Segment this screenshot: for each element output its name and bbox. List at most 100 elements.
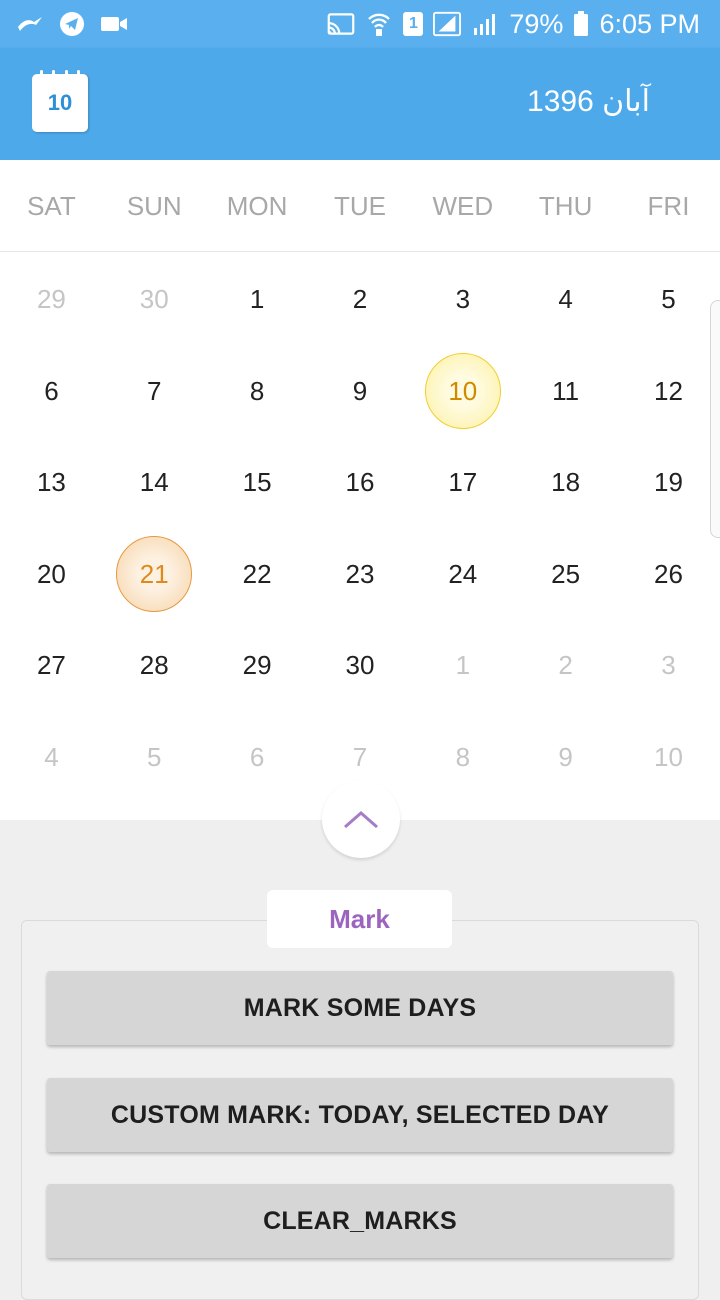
day-number: 9: [558, 741, 573, 772]
telegram-icon: [58, 10, 86, 38]
weekday-header: SAT SUN MON TUE WED THU FRI: [0, 160, 720, 252]
day-cell[interactable]: 22: [206, 529, 309, 621]
month-title: آبان 1396: [527, 85, 650, 118]
calendar-icon[interactable]: 10: [32, 70, 88, 132]
day-number: 14: [139, 467, 169, 498]
custom-mark-button[interactable]: CUSTOM MARK: TODAY, SELECTED DAY: [47, 1078, 673, 1152]
day-cell[interactable]: 10: [617, 712, 720, 804]
weekday-label: WED: [432, 191, 494, 221]
day-number: 28: [139, 650, 169, 681]
day-cell[interactable]: 12: [617, 346, 720, 438]
day-number: 17: [448, 467, 478, 498]
day-cell-today[interactable]: 10: [411, 346, 514, 438]
day-cell[interactable]: 1: [206, 254, 309, 346]
zello-icon: [16, 10, 44, 38]
day-cell[interactable]: 27: [0, 620, 103, 712]
mark-panel-title: Mark: [267, 890, 452, 948]
day-cell[interactable]: 9: [309, 346, 412, 438]
mark-some-days-button[interactable]: MARK SOME DAYS: [47, 971, 673, 1045]
day-cell[interactable]: 26: [617, 529, 720, 621]
video-icon: [100, 10, 128, 38]
day-cell[interactable]: 30: [103, 254, 206, 346]
day-cell[interactable]: 18: [514, 437, 617, 529]
weekday-label: SAT: [27, 191, 76, 221]
battery-percent: 79%: [509, 8, 564, 39]
day-cell[interactable]: 24: [411, 529, 514, 621]
day-cell[interactable]: 29: [0, 254, 103, 346]
weekday-label: TUE: [333, 191, 386, 221]
day-cell[interactable]: 2: [514, 620, 617, 712]
day-number: 27: [36, 650, 66, 681]
day-number: 16: [345, 467, 375, 498]
day-cell[interactable]: 3: [411, 254, 514, 346]
day-cell[interactable]: 15: [206, 437, 309, 529]
day-cell[interactable]: 13: [0, 437, 103, 529]
day-cell[interactable]: 5: [617, 254, 720, 346]
day-number: 8: [455, 741, 471, 772]
system-icons: 1 79% 6:05 PM: [327, 9, 720, 40]
day-cell[interactable]: 29: [206, 620, 309, 712]
week-row: 6 7 8 9 10 11 12: [0, 346, 720, 438]
day-number: 24: [448, 558, 478, 589]
day-number: 29: [36, 284, 66, 315]
day-cell[interactable]: 2: [309, 254, 412, 346]
day-number: 19: [654, 467, 683, 498]
clear-marks-button[interactable]: CLEAR_MARKS: [47, 1184, 673, 1258]
calendar-icon-day: 10: [47, 90, 73, 115]
cast-icon: [327, 10, 355, 38]
day-cell[interactable]: 8: [411, 712, 514, 804]
day-cell-selected[interactable]: 21: [103, 529, 206, 621]
day-number: 4: [558, 284, 573, 315]
day-number: 10: [448, 375, 478, 406]
week-row: 27 28 29 30 1 2 3: [0, 620, 720, 712]
day-number: 12: [654, 375, 683, 406]
day-cell[interactable]: 23: [309, 529, 412, 621]
day-cell[interactable]: 11: [514, 346, 617, 438]
day-cell[interactable]: 4: [514, 254, 617, 346]
day-cell[interactable]: 14: [103, 437, 206, 529]
day-number: 23: [345, 558, 375, 589]
day-number: 1: [455, 650, 471, 681]
day-cell[interactable]: 17: [411, 437, 514, 529]
day-cell[interactable]: 19: [617, 437, 720, 529]
signal-icon-2: [471, 10, 499, 38]
weekday-label: THU: [538, 191, 593, 221]
day-number: 5: [147, 741, 162, 772]
day-cell[interactable]: 6: [0, 346, 103, 438]
day-cell[interactable]: 7: [103, 346, 206, 438]
day-cell[interactable]: 6: [206, 712, 309, 804]
day-cell[interactable]: 5: [103, 712, 206, 804]
day-cell[interactable]: 8: [206, 346, 309, 438]
day-number: 8: [249, 375, 265, 406]
day-cell[interactable]: 20: [0, 529, 103, 621]
day-cell[interactable]: 3: [617, 620, 720, 712]
collapse-toggle-button[interactable]: [322, 780, 400, 858]
day-number: 9: [352, 375, 368, 406]
weekday-label: MON: [226, 191, 288, 221]
day-cell[interactable]: 9: [514, 712, 617, 804]
day-cell[interactable]: 16: [309, 437, 412, 529]
day-number: 29: [242, 650, 272, 681]
wifi-icon: [365, 10, 393, 38]
calendar-view: SAT SUN MON TUE WED THU FRI 29 30 1 2 3 4 5 6 7 8…: [0, 160, 720, 820]
day-cell[interactable]: 1: [411, 620, 514, 712]
app-bar: 10 آبان 1396: [0, 48, 720, 160]
calendar-rings: [40, 70, 80, 78]
day-cell[interactable]: 25: [514, 529, 617, 621]
day-number: 10: [654, 741, 683, 772]
weekday-label: SUN: [126, 191, 182, 221]
battery-icon: [573, 10, 589, 38]
day-cell[interactable]: 28: [103, 620, 206, 712]
day-number: 30: [139, 284, 169, 315]
day-number: 21: [139, 558, 169, 589]
day-number: 15: [242, 467, 272, 498]
day-number: 26: [654, 558, 683, 589]
day-number: 1: [249, 284, 265, 315]
day-number: 18: [551, 467, 581, 498]
side-drawer-handle[interactable]: [710, 300, 720, 538]
day-cell[interactable]: 30: [309, 620, 412, 712]
day-number: 2: [352, 284, 368, 315]
week-row: 20 21 22 23 24 25 26: [0, 529, 720, 621]
day-cell[interactable]: 4: [0, 712, 103, 804]
day-number: 6: [249, 741, 265, 772]
